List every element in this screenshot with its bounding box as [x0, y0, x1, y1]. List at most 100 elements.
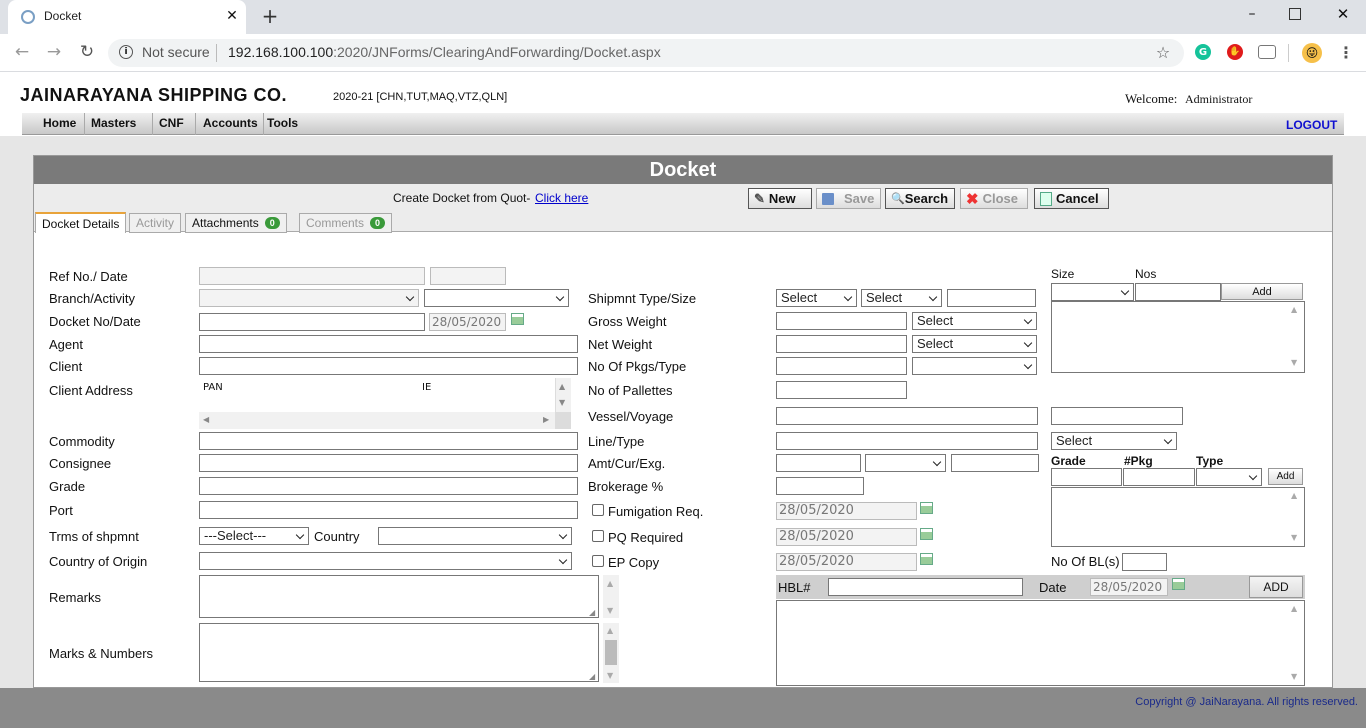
exchange-rate-input[interactable]: [951, 454, 1039, 472]
add-container-button[interactable]: Add: [1221, 283, 1303, 300]
line-type-select[interactable]: Select: [1051, 432, 1177, 450]
logout-link[interactable]: LOGOUT: [1286, 118, 1337, 132]
fumigation-date-input[interactable]: 28/05/2020: [776, 502, 917, 520]
pallettes-input[interactable]: [776, 381, 907, 399]
container-list-scroll-up-icon[interactable]: ▲: [1291, 305, 1297, 314]
ref-date-input[interactable]: [430, 267, 506, 285]
new-tab-icon[interactable]: +: [260, 4, 280, 28]
branch-select[interactable]: [199, 289, 419, 307]
docket-date-calendar-icon[interactable]: [511, 313, 524, 325]
close-button[interactable]: ✖ Close: [960, 188, 1028, 209]
ep-calendar-icon[interactable]: [920, 553, 933, 565]
port-input[interactable]: [199, 501, 578, 519]
cancel-button[interactable]: Cancel: [1034, 188, 1109, 209]
reload-icon[interactable]: ↻: [77, 42, 97, 62]
pkg-entry-input[interactable]: [1123, 468, 1195, 486]
remarks-scroll-up-icon[interactable]: ▲: [607, 579, 613, 588]
page-scroll-down-icon[interactable]: ▼: [607, 671, 613, 680]
page-scroll-thumb[interactable]: [605, 640, 617, 665]
resize-grip-icon[interactable]: ◢: [589, 608, 595, 617]
hbl-list-scroll-up-icon[interactable]: ▲: [1291, 604, 1297, 613]
hbl-calendar-icon[interactable]: [1172, 578, 1185, 590]
grade-entry-input[interactable]: [1051, 468, 1122, 486]
vessel-input[interactable]: [776, 407, 1038, 425]
scroll-up-arrow-icon[interactable]: ▲: [559, 382, 565, 391]
country-select[interactable]: [378, 527, 572, 545]
container-size-select[interactable]: [1051, 283, 1134, 301]
agent-input[interactable]: [199, 335, 578, 353]
cast-extension-icon[interactable]: [1258, 45, 1276, 59]
tab-attachments[interactable]: Attachments 0: [185, 213, 287, 233]
pq-calendar-icon[interactable]: [920, 528, 933, 540]
commodity-input[interactable]: [199, 432, 578, 450]
net-weight-input[interactable]: [776, 335, 907, 353]
menu-home[interactable]: Home: [35, 113, 86, 135]
line-input[interactable]: [776, 432, 1038, 450]
new-button[interactable]: ✎ New: [748, 188, 812, 209]
menu-tools[interactable]: Tools: [259, 113, 306, 135]
hbl-list-scroll-down-icon[interactable]: ▼: [1291, 672, 1297, 681]
ep-copy-checkbox[interactable]: [592, 555, 604, 567]
profile-avatar-icon[interactable]: 😜: [1302, 43, 1322, 63]
bookmark-star-icon[interactable]: ☆: [1154, 43, 1172, 62]
terms-of-shipment-select[interactable]: ---Select---: [199, 527, 309, 545]
close-tab-icon[interactable]: ✕: [224, 8, 240, 24]
ep-date-input[interactable]: 28/05/2020: [776, 553, 917, 571]
info-icon[interactable]: i: [119, 45, 133, 59]
search-button[interactable]: 🔍 Search: [885, 188, 955, 209]
kebab-menu-icon[interactable]: ⋮: [1338, 43, 1354, 62]
gross-weight-input[interactable]: [776, 312, 907, 330]
country-of-origin-select[interactable]: [199, 552, 572, 570]
shipment-size-select[interactable]: Select: [861, 289, 942, 307]
container-list-box[interactable]: [1051, 301, 1305, 373]
amount-input[interactable]: [776, 454, 861, 472]
pkgs-count-input[interactable]: [776, 357, 907, 375]
tab-activity[interactable]: Activity: [129, 213, 182, 233]
tab-docket-details[interactable]: Docket Details: [35, 212, 127, 233]
page-scroll-up-icon[interactable]: ▲: [607, 626, 613, 635]
minimize-icon[interactable]: –: [1244, 6, 1260, 22]
net-weight-unit-select[interactable]: Select: [912, 335, 1037, 353]
activity-select[interactable]: [424, 289, 569, 307]
brokerage-input[interactable]: [776, 477, 864, 495]
adblock-extension-icon[interactable]: ✋: [1227, 44, 1243, 60]
fumigation-calendar-icon[interactable]: [920, 502, 933, 514]
grade-list-box[interactable]: [1051, 487, 1305, 547]
scroll-right-arrow-icon[interactable]: ▶: [543, 415, 549, 424]
grammarly-extension-icon[interactable]: G: [1195, 44, 1211, 60]
restore-icon[interactable]: [1289, 8, 1301, 20]
grade-list-scroll-up-icon[interactable]: ▲: [1291, 491, 1297, 500]
forward-icon[interactable]: →: [44, 42, 64, 62]
voyage-input[interactable]: [1051, 407, 1183, 425]
client-address-hscrollbar[interactable]: [199, 412, 555, 429]
ref-no-input[interactable]: [199, 267, 425, 285]
docket-no-input[interactable]: [199, 313, 425, 331]
no-of-bls-input[interactable]: [1122, 553, 1167, 571]
gross-weight-unit-select[interactable]: Select: [912, 312, 1037, 330]
pkgs-type-select[interactable]: [912, 357, 1037, 375]
resize-grip-icon[interactable]: ◢: [589, 672, 595, 681]
close-window-icon[interactable]: ✕: [1335, 5, 1351, 23]
currency-select[interactable]: [865, 454, 946, 472]
pq-required-checkbox[interactable]: [592, 530, 604, 542]
marks-numbers-textarea[interactable]: [199, 623, 599, 682]
hbl-list-box[interactable]: [776, 600, 1305, 686]
scroll-down-arrow-icon[interactable]: ▼: [559, 398, 565, 407]
docket-date-input[interactable]: 28/05/2020: [429, 313, 506, 331]
add-hbl-button[interactable]: ADD: [1249, 576, 1303, 598]
menu-cnf[interactable]: CNF: [151, 113, 196, 135]
client-input[interactable]: [199, 357, 578, 375]
container-list-scroll-down-icon[interactable]: ▼: [1291, 358, 1297, 367]
menu-accounts[interactable]: Accounts: [195, 113, 264, 135]
consignee-input[interactable]: [199, 454, 578, 472]
grade-list-scroll-down-icon[interactable]: ▼: [1291, 533, 1297, 542]
container-nos-input[interactable]: [1135, 283, 1221, 301]
grade-input[interactable]: [199, 477, 578, 495]
shipment-count-input[interactable]: [947, 289, 1036, 307]
type-entry-select[interactable]: [1196, 468, 1262, 486]
scroll-left-arrow-icon[interactable]: ◀: [203, 415, 209, 424]
remarks-scroll-down-icon[interactable]: ▼: [607, 606, 613, 615]
tab-comments[interactable]: Comments 0: [299, 213, 393, 233]
shipment-type-select[interactable]: Select: [776, 289, 857, 307]
create-from-quote-link[interactable]: Click here: [535, 191, 588, 205]
